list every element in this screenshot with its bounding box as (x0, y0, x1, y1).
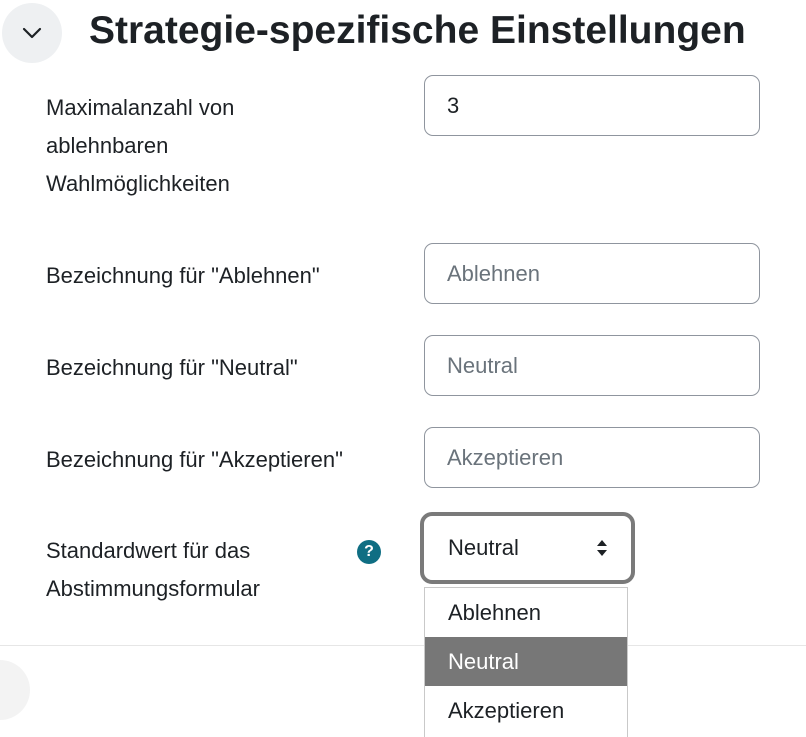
label-neutral-input[interactable] (424, 335, 760, 396)
label-accept-label: Bezeichnung für "Akzeptieren" (46, 447, 343, 472)
select-selected-value: Neutral (448, 535, 519, 560)
dropdown-option-akzeptieren[interactable]: Akzeptieren (425, 686, 627, 735)
label-neutral-label: Bezeichnung für "Neutral" (46, 355, 298, 380)
section-title: Strategie-spezifische Einstellungen (89, 9, 746, 52)
label-refuse-label: Bezeichnung für "Ablehnen" (46, 263, 320, 288)
chevron-down-icon (22, 27, 42, 39)
max-refusals-label: Maximalanzahl von ablehnbaren Wahlmöglic… (46, 95, 235, 196)
label-accept-input[interactable] (424, 427, 760, 488)
dropdown-option-neutral[interactable]: Neutral (425, 637, 627, 686)
sort-arrows-icon (597, 540, 607, 556)
divider (0, 645, 806, 646)
default-value-dropdown: Ablehnen Neutral Akzeptieren (424, 587, 628, 737)
max-refusals-input[interactable] (424, 75, 760, 136)
dropdown-option-ablehnen[interactable]: Ablehnen (425, 588, 627, 637)
settings-page: Strategie-spezifische Einstellungen Maxi… (0, 0, 806, 737)
question-mark-icon[interactable]: ? (357, 540, 381, 564)
background-circle (0, 660, 30, 720)
default-value-label: Standardwert für das Abstimmungsformular (46, 538, 260, 601)
default-value-select[interactable]: Neutral (420, 512, 635, 584)
collapse-toggle-button[interactable] (2, 3, 62, 63)
label-refuse-input[interactable] (424, 243, 760, 304)
